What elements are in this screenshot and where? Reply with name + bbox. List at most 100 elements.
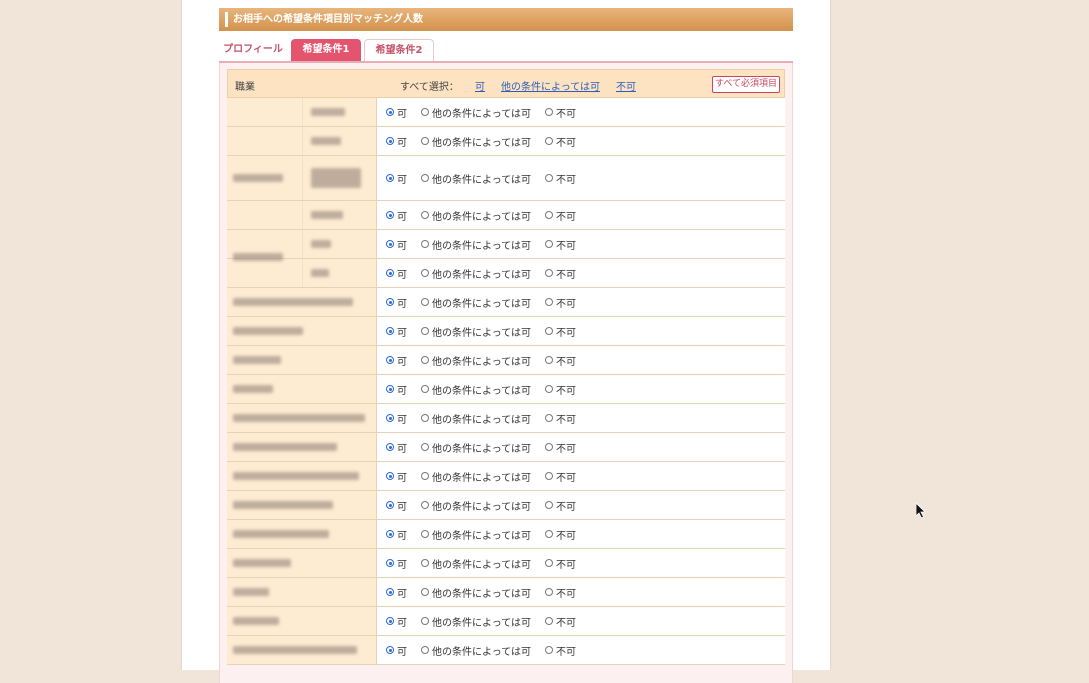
radio-button[interactable] (386, 559, 394, 567)
radio-button[interactable] (421, 269, 429, 277)
option-ok[interactable]: 可 (386, 643, 407, 658)
radio-button[interactable] (545, 298, 553, 306)
radio-button[interactable] (421, 211, 429, 219)
radio-button[interactable] (545, 588, 553, 596)
option-ok[interactable]: 可 (386, 498, 407, 513)
option-ok[interactable]: 可 (386, 411, 407, 426)
option-conditional[interactable]: 他の条件によっては可 (421, 134, 531, 149)
option-ok[interactable]: 可 (386, 134, 407, 149)
option-ok[interactable]: 可 (386, 469, 407, 484)
option-ok[interactable]: 可 (386, 237, 407, 252)
option-ng[interactable]: 不可 (545, 295, 576, 310)
option-ok[interactable]: 可 (386, 295, 407, 310)
option-conditional[interactable]: 他の条件によっては可 (421, 382, 531, 397)
radio-button[interactable] (545, 356, 553, 364)
option-ok[interactable]: 可 (386, 440, 407, 455)
option-ng[interactable]: 不可 (545, 266, 576, 281)
option-conditional[interactable]: 他の条件によっては可 (421, 556, 531, 571)
radio-button[interactable] (421, 559, 429, 567)
radio-button[interactable] (421, 298, 429, 306)
option-conditional[interactable]: 他の条件によっては可 (421, 105, 531, 120)
radio-button[interactable] (386, 472, 394, 480)
option-conditional[interactable]: 他の条件によっては可 (421, 585, 531, 600)
radio-button[interactable] (545, 137, 553, 145)
radio-button[interactable] (545, 240, 553, 248)
radio-button[interactable] (421, 327, 429, 335)
select-all-ng-link[interactable]: 不可 (616, 78, 636, 93)
radio-button[interactable] (386, 298, 394, 306)
radio-button[interactable] (386, 327, 394, 335)
radio-button[interactable] (421, 443, 429, 451)
radio-button[interactable] (421, 240, 429, 248)
radio-button[interactable] (545, 269, 553, 277)
option-ng[interactable]: 不可 (545, 171, 576, 186)
option-ng[interactable]: 不可 (545, 324, 576, 339)
option-ng[interactable]: 不可 (545, 237, 576, 252)
option-ok[interactable]: 可 (386, 382, 407, 397)
radio-button[interactable] (545, 443, 553, 451)
radio-button[interactable] (545, 385, 553, 393)
radio-button[interactable] (386, 269, 394, 277)
radio-button[interactable] (386, 108, 394, 116)
option-ng[interactable]: 不可 (545, 208, 576, 223)
option-ok[interactable]: 可 (386, 556, 407, 571)
radio-button[interactable] (545, 646, 553, 654)
radio-button[interactable] (421, 646, 429, 654)
radio-button[interactable] (386, 174, 394, 182)
radio-button[interactable] (545, 530, 553, 538)
radio-button[interactable] (545, 108, 553, 116)
radio-button[interactable] (421, 356, 429, 364)
all-required-button[interactable]: すべて必須項目 (712, 76, 780, 93)
option-ng[interactable]: 不可 (545, 134, 576, 149)
option-ng[interactable]: 不可 (545, 643, 576, 658)
option-conditional[interactable]: 他の条件によっては可 (421, 266, 531, 281)
option-ng[interactable]: 不可 (545, 382, 576, 397)
radio-button[interactable] (386, 443, 394, 451)
option-ng[interactable]: 不可 (545, 105, 576, 120)
radio-button[interactable] (545, 472, 553, 480)
radio-button[interactable] (386, 501, 394, 509)
option-conditional[interactable]: 他の条件によっては可 (421, 440, 531, 455)
option-ng[interactable]: 不可 (545, 440, 576, 455)
option-ok[interactable]: 可 (386, 353, 407, 368)
radio-button[interactable] (386, 211, 394, 219)
option-conditional[interactable]: 他の条件によっては可 (421, 171, 531, 186)
option-ok[interactable]: 可 (386, 527, 407, 542)
radio-button[interactable] (421, 414, 429, 422)
radio-button[interactable] (421, 588, 429, 596)
radio-button[interactable] (545, 559, 553, 567)
radio-button[interactable] (421, 137, 429, 145)
radio-button[interactable] (386, 240, 394, 248)
tab-conditions-1[interactable]: 希望条件1 (291, 39, 361, 61)
option-conditional[interactable]: 他の条件によっては可 (421, 643, 531, 658)
option-conditional[interactable]: 他の条件によっては可 (421, 411, 531, 426)
option-conditional[interactable]: 他の条件によっては可 (421, 295, 531, 310)
option-conditional[interactable]: 他の条件によっては可 (421, 614, 531, 629)
select-all-conditional-link[interactable]: 他の条件によっては可 (501, 78, 600, 93)
radio-button[interactable] (421, 174, 429, 182)
radio-button[interactable] (386, 137, 394, 145)
option-conditional[interactable]: 他の条件によっては可 (421, 353, 531, 368)
option-ng[interactable]: 不可 (545, 353, 576, 368)
option-ng[interactable]: 不可 (545, 498, 576, 513)
radio-button[interactable] (386, 530, 394, 538)
option-ng[interactable]: 不可 (545, 527, 576, 542)
option-conditional[interactable]: 他の条件によっては可 (421, 208, 531, 223)
radio-button[interactable] (421, 472, 429, 480)
radio-button[interactable] (386, 588, 394, 596)
radio-button[interactable] (386, 356, 394, 364)
option-conditional[interactable]: 他の条件によっては可 (421, 527, 531, 542)
option-ok[interactable]: 可 (386, 324, 407, 339)
radio-button[interactable] (545, 617, 553, 625)
tab-profile[interactable]: プロフィール (219, 39, 287, 61)
option-ok[interactable]: 可 (386, 171, 407, 186)
radio-button[interactable] (386, 617, 394, 625)
option-ok[interactable]: 可 (386, 105, 407, 120)
radio-button[interactable] (545, 174, 553, 182)
radio-button[interactable] (421, 501, 429, 509)
option-conditional[interactable]: 他の条件によっては可 (421, 237, 531, 252)
tab-conditions-2[interactable]: 希望条件2 (364, 39, 434, 61)
radio-button[interactable] (545, 327, 553, 335)
option-ng[interactable]: 不可 (545, 411, 576, 426)
option-ng[interactable]: 不可 (545, 614, 576, 629)
